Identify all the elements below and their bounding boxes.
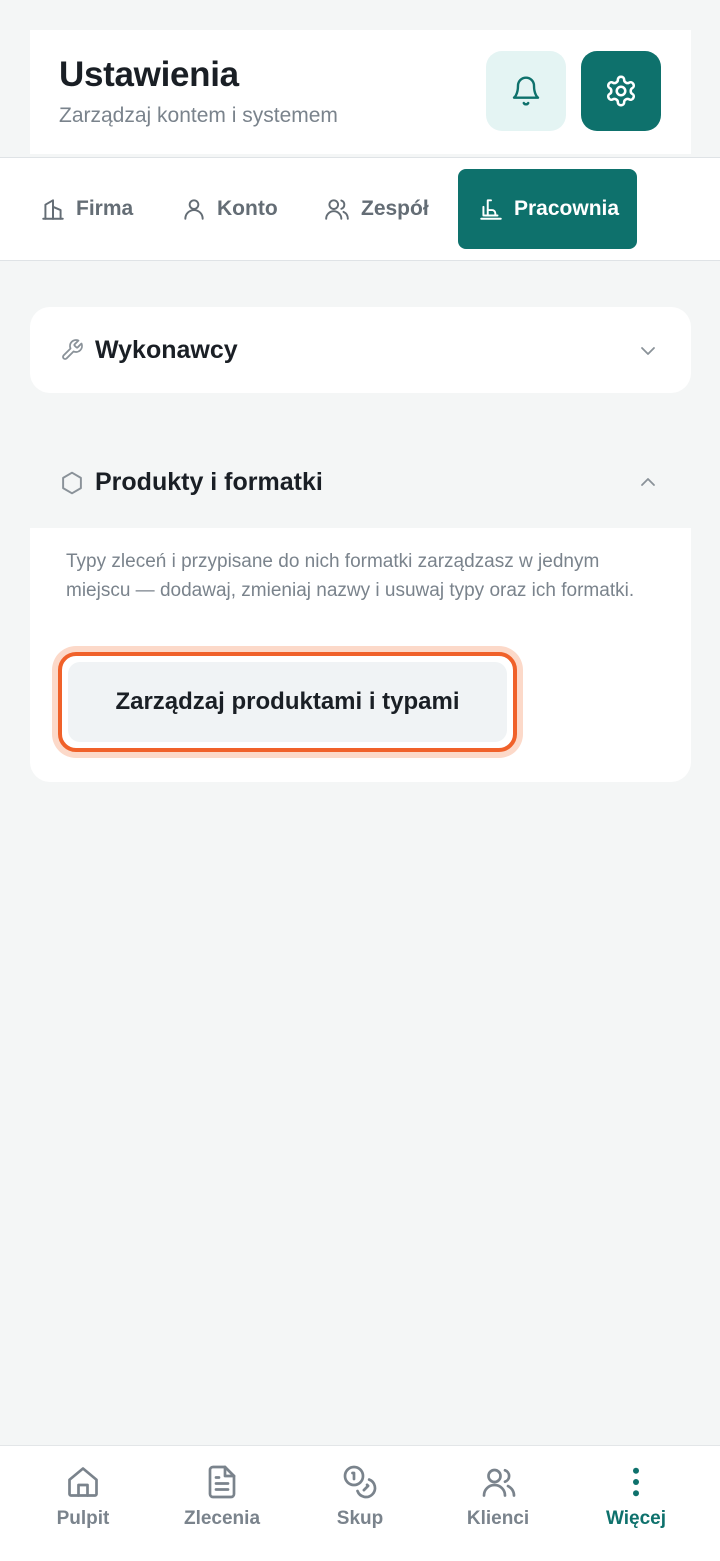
chevron-up-icon — [641, 478, 655, 486]
home-icon — [68, 1467, 98, 1497]
manage-products-button-label: Zarządzaj produktami i typami — [68, 662, 507, 742]
more-vertical-icon — [633, 1467, 639, 1497]
nav-label: Skup — [336, 1508, 384, 1529]
wrench-icon — [62, 339, 83, 360]
users-icon — [325, 199, 349, 220]
tab-label: Konto — [217, 197, 278, 220]
page-subtitle: Zarządzaj kontem i systemem — [59, 104, 338, 127]
workshop-icon — [480, 199, 502, 220]
tab-label: Firma — [76, 197, 134, 220]
hexagon-icon — [62, 471, 82, 495]
tab-label: Zespół — [361, 197, 429, 220]
nav-label: Zlecenia — [183, 1508, 261, 1529]
nav-label: Więcej — [605, 1508, 667, 1529]
settings-tabs: Firma Konto Zespół Pracownia — [0, 157, 720, 261]
tab-label: Pracownia — [514, 197, 620, 220]
building-icon — [42, 199, 64, 220]
nav-zlecenia[interactable]: Zlecenia — [150, 1446, 294, 1561]
coins-icon — [343, 1465, 377, 1499]
document-icon — [208, 1465, 236, 1499]
section-products-header[interactable]: Produkty i formatki — [30, 448, 691, 518]
section-title: Produkty i formatki — [95, 468, 323, 496]
manage-products-button[interactable]: Zarządzaj produktami i typami — [58, 652, 517, 752]
notifications-button[interactable] — [486, 51, 566, 131]
bottom-navigation: Pulpit Zlecenia Skup Klienci Więcej — [0, 1445, 720, 1561]
users-icon — [482, 1468, 516, 1497]
nav-pulpit[interactable]: Pulpit — [11, 1446, 155, 1561]
section-description: Typy zleceń i przypisane do nich formatk… — [66, 551, 635, 601]
nav-label: Pulpit — [56, 1508, 110, 1529]
tab-zespol[interactable]: Zespół — [323, 169, 429, 249]
tab-firma[interactable]: Firma — [40, 169, 133, 249]
section-title: Wykonawcy — [95, 336, 238, 364]
page-header: Ustawienia Zarządzaj kontem i systemem — [30, 30, 691, 154]
nav-wiecej[interactable]: Więcej — [564, 1446, 708, 1561]
nav-skup[interactable]: Skup — [288, 1446, 432, 1561]
user-icon — [184, 199, 204, 220]
nav-label: Klienci — [466, 1508, 530, 1529]
tab-pracownia[interactable]: Pracownia — [458, 169, 638, 249]
nav-klienci[interactable]: Klienci — [426, 1446, 570, 1561]
section-contractors[interactable]: Wykonawcy — [30, 307, 691, 393]
settings-button[interactable] — [581, 51, 661, 131]
gear-icon — [606, 75, 636, 107]
page-title: Ustawienia — [59, 55, 239, 94]
bell-icon — [512, 76, 540, 106]
tab-konto[interactable]: Konto — [181, 169, 278, 249]
chevron-down-icon — [641, 347, 655, 355]
section-products-body: Typy zleceń i przypisane do nich formatk… — [30, 528, 691, 782]
